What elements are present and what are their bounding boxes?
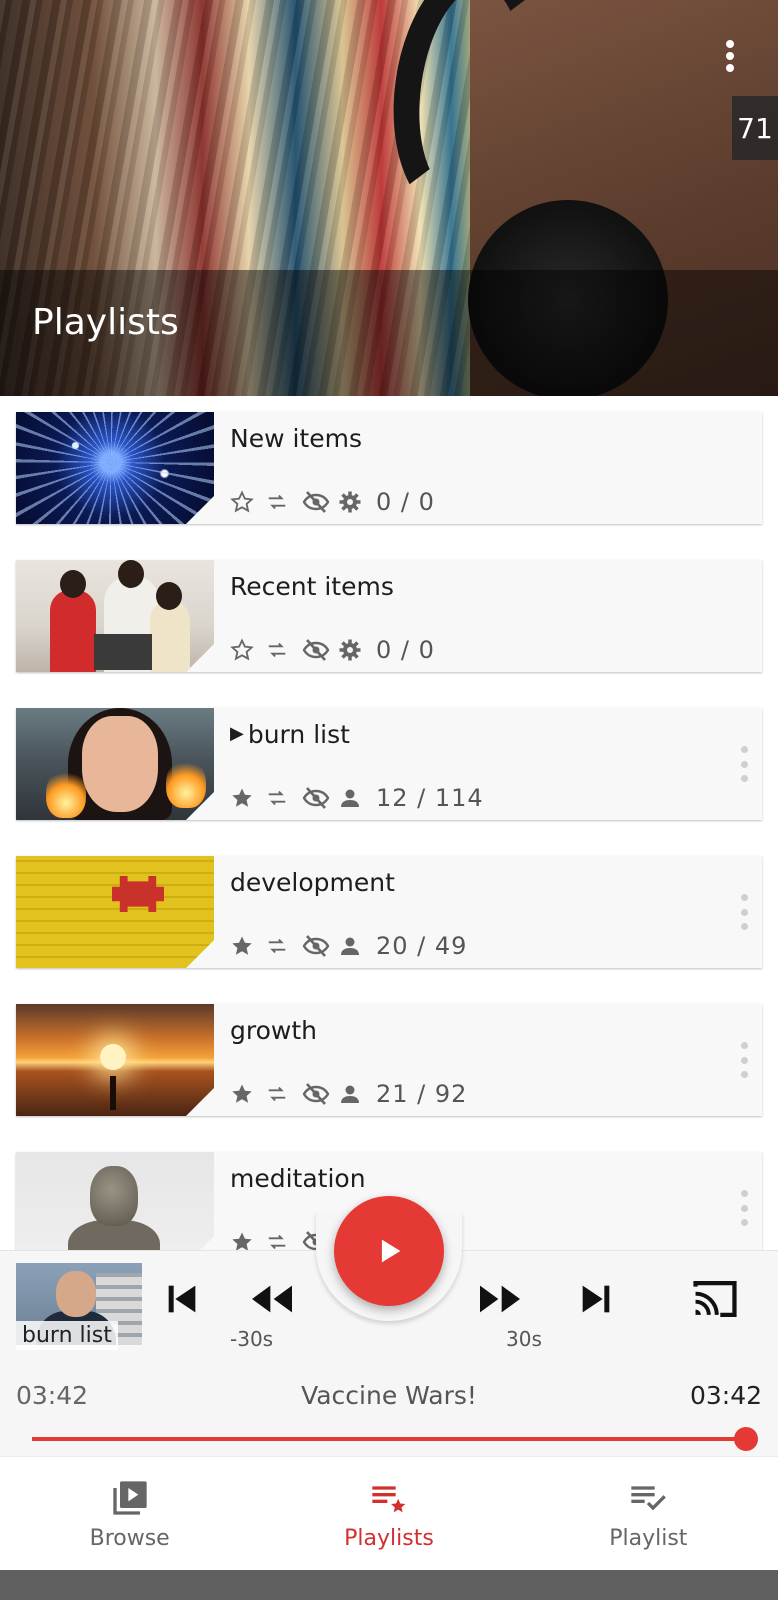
playlist-item-count: 12 / 114: [376, 784, 484, 812]
playlist-card-burn-list[interactable]: ▶ burn list 12 / 114: [16, 708, 762, 820]
playlist-list: New items 0 / 0 Recent items 0 / 0 ▶ bur…: [0, 396, 778, 1250]
play-button[interactable]: [334, 1196, 444, 1306]
page-title: Playlists: [32, 302, 179, 343]
playlist-meta: 20 / 49: [230, 932, 467, 960]
playlist-card-growth[interactable]: growth 21 / 92: [16, 1004, 762, 1116]
hidden-eye-icon[interactable]: [302, 932, 338, 960]
shuffle-icon[interactable]: [266, 1228, 302, 1250]
overflow-menu-icon[interactable]: [712, 38, 748, 74]
star-outline-icon[interactable]: [230, 636, 266, 664]
system-navigation-bar: [0, 1570, 778, 1600]
rewind-icon[interactable]: [248, 1277, 296, 1321]
forward-label: 30s: [506, 1327, 542, 1351]
bottom-navigation: Browse Playlists Playlist: [0, 1456, 778, 1570]
playlist-card-development[interactable]: development 20 / 49: [16, 856, 762, 968]
shuffle-icon[interactable]: [266, 488, 302, 516]
playlist-meta: 21 / 92: [230, 1080, 467, 1108]
gear-icon: [338, 636, 374, 664]
shuffle-icon[interactable]: [266, 1080, 302, 1108]
playlist-count-badge: 71: [732, 96, 778, 160]
playlist-item-count: 0 / 0: [376, 636, 435, 664]
play-icon: [381, 1239, 401, 1263]
playlist-title: Recent items: [230, 572, 394, 601]
person-icon: [338, 1080, 374, 1108]
now-playing-icon: ▶: [230, 723, 244, 744]
playlist-card-recent-items[interactable]: Recent items 0 / 0: [16, 560, 762, 672]
rewind-label: -30s: [230, 1327, 274, 1351]
playlist-item-count: 0 / 0: [376, 488, 435, 516]
playlist-meta: 12 / 114: [230, 784, 484, 812]
person-icon: [338, 932, 374, 960]
playlist-thumbnail: [16, 560, 214, 672]
star-filled-icon[interactable]: [230, 932, 266, 960]
hidden-eye-icon[interactable]: [302, 784, 338, 812]
star-outline-icon[interactable]: [230, 488, 266, 516]
gear-icon: [338, 488, 374, 516]
nav-playlists-label: Playlists: [344, 1526, 434, 1551]
playlist-check-icon: [626, 1476, 670, 1520]
playlist-options-icon[interactable]: [738, 746, 750, 782]
shuffle-icon[interactable]: [266, 784, 302, 812]
playlist-thumbnail: [16, 1004, 214, 1116]
shuffle-icon[interactable]: [266, 932, 302, 960]
playlist-item-count: 21 / 92: [376, 1080, 468, 1108]
hidden-eye-icon[interactable]: [302, 636, 338, 664]
now-playing-title: Vaccine Wars!: [301, 1381, 477, 1410]
playlist-card-new-items[interactable]: New items 0 / 0: [16, 412, 762, 524]
playlist-title: development: [230, 868, 395, 897]
nav-playlist-label: Playlist: [609, 1526, 688, 1551]
total-duration: 03:42: [689, 1381, 762, 1410]
hidden-eye-icon[interactable]: [302, 488, 338, 516]
playlist-title: New items: [230, 424, 362, 453]
star-filled-icon[interactable]: [230, 1080, 266, 1108]
progress-handle[interactable]: [734, 1427, 758, 1451]
playlist-thumbnail: [16, 1152, 214, 1250]
cast-icon[interactable]: [690, 1277, 740, 1321]
nav-browse[interactable]: Browse: [0, 1457, 259, 1570]
nav-browse-label: Browse: [89, 1526, 170, 1551]
hidden-eye-icon[interactable]: [302, 1080, 338, 1108]
skip-previous-icon[interactable]: [158, 1277, 206, 1321]
playlist-thumbnail: [16, 708, 214, 820]
playlist-star-icon: [367, 1476, 411, 1520]
playlist-options-icon[interactable]: [738, 1190, 750, 1226]
shuffle-icon[interactable]: [266, 636, 302, 664]
video-library-icon: [108, 1476, 152, 1520]
playlist-title: ▶ burn list: [230, 720, 350, 749]
playlist-options-icon[interactable]: [738, 894, 750, 930]
skip-next-icon[interactable]: [572, 1277, 620, 1321]
playlist-options-icon[interactable]: [738, 1042, 750, 1078]
playlist-meta: 0 / 0: [230, 636, 435, 664]
playlist-meta: 0 / 0: [230, 488, 435, 516]
playlist-title: growth: [230, 1016, 317, 1045]
star-filled-icon[interactable]: [230, 784, 266, 812]
fast-forward-icon[interactable]: [476, 1277, 524, 1321]
playlist-thumbnail: [16, 856, 214, 968]
nav-playlist[interactable]: Playlist: [519, 1457, 778, 1570]
progress-bar[interactable]: [32, 1437, 746, 1441]
playlist-item-count: 20 / 49: [376, 932, 468, 960]
star-filled-icon[interactable]: [230, 1228, 266, 1250]
person-icon: [338, 784, 374, 812]
nav-playlists[interactable]: Playlists: [259, 1457, 518, 1570]
header-banner: Playlists 71: [0, 0, 778, 396]
playlist-thumbnail: [16, 412, 214, 524]
playlist-title: meditation: [230, 1164, 366, 1193]
now-playing-playlist-label: burn list: [16, 1321, 118, 1350]
